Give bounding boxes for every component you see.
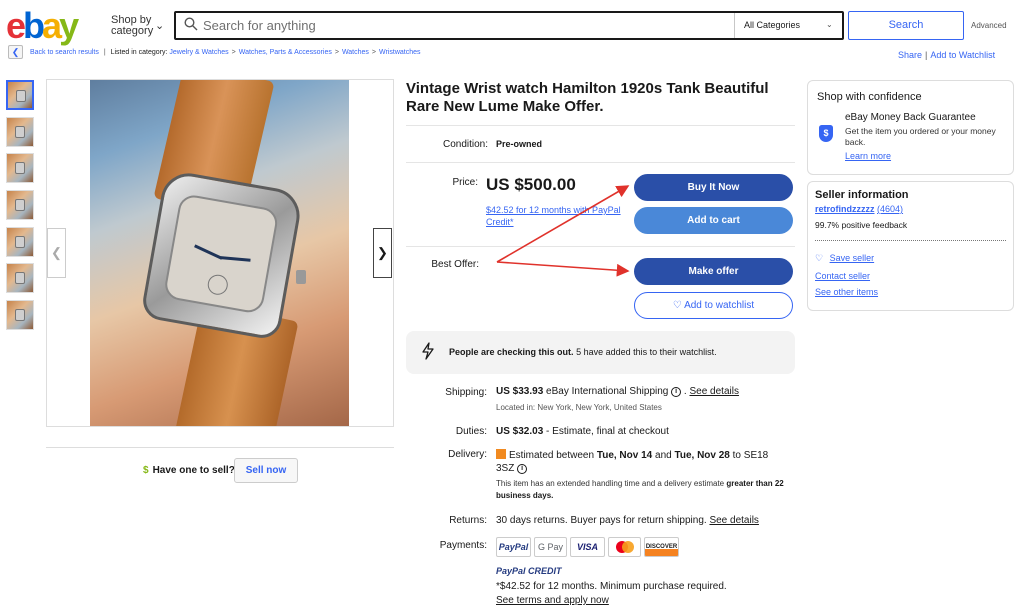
returns-see-details-link[interactable]: See details <box>709 515 758 526</box>
thumbnail-6[interactable] <box>6 263 34 293</box>
lightning-icon <box>421 342 435 365</box>
mastercard-icon <box>608 537 641 557</box>
discover-icon: DISCOVER <box>644 537 679 557</box>
delivery-label: Delivery: <box>448 449 487 460</box>
learn-more-link[interactable]: Learn more <box>845 151 891 161</box>
previous-image-button[interactable]: ❮ <box>47 228 66 278</box>
divider <box>406 125 795 126</box>
chevron-down-icon: ⌄ <box>826 20 833 29</box>
thumbnail-2[interactable] <box>6 117 34 147</box>
heart-icon: ♡ <box>815 253 824 263</box>
chevron-right-icon: > <box>371 49 377 56</box>
search-icon <box>184 17 198 31</box>
heart-icon: ♡ <box>672 300 685 311</box>
confidence-heading: Shop with confidence <box>817 91 922 103</box>
see-other-items-link[interactable]: See other items <box>815 287 878 297</box>
info-icon[interactable]: i <box>517 464 528 474</box>
buy-it-now-button[interactable]: Buy It Now <box>634 174 793 201</box>
visa-icon: VISA <box>570 537 605 557</box>
listing-title: Vintage Wrist watch Hamilton 1920s Tank … <box>406 80 769 115</box>
listed-in-label: Listed in category: <box>110 49 168 56</box>
divider <box>406 162 795 163</box>
seller-name-row: retrofindzzzzz (4604) <box>815 204 903 214</box>
advanced-search-link[interactable]: Advanced <box>971 21 1007 30</box>
shipping-label: Shipping: <box>445 387 487 398</box>
back-arrow-icon[interactable]: ❮ <box>8 45 23 59</box>
credit-terms: *$42.52 for 12 months. Minimum purchase … <box>496 581 727 592</box>
have-one-to-sell: $ Have one to sell? <box>143 465 235 476</box>
paypal-credit-logo: PayPal CREDIT <box>496 566 562 576</box>
arrow-to-make-offer <box>496 261 630 277</box>
thumbnail-4[interactable] <box>6 190 34 220</box>
see-terms-link[interactable]: See terms and apply now <box>496 595 609 606</box>
condition-value: Pre-owned <box>496 139 543 149</box>
dollar-icon: $ <box>143 465 149 476</box>
back-to-search-link[interactable]: Back to search results <box>30 49 99 56</box>
shop-by-category-button[interactable]: Shop by category <box>111 15 153 37</box>
main-product-image[interactable] <box>90 80 349 426</box>
paypal-icon: PayPal <box>496 537 531 557</box>
thumbnail-5[interactable] <box>6 227 34 257</box>
seller-score-link[interactable]: (4604) <box>877 204 903 214</box>
condition-label: Condition: <box>442 139 488 150</box>
add-to-watchlist-link[interactable]: Add to Watchlist <box>930 50 995 60</box>
breadcrumb-item[interactable]: Watches, Parts & Accessories <box>239 49 332 56</box>
seller-heading: Seller information <box>815 189 909 201</box>
search-input[interactable] <box>203 14 723 36</box>
chevron-right-icon: > <box>231 49 236 56</box>
thumbnail-7[interactable] <box>6 300 34 330</box>
price-label: Price: <box>452 177 478 188</box>
breadcrumb-item[interactable]: Jewelry & Watches <box>169 49 228 56</box>
add-to-watchlist-button[interactable]: ♡ Add to watchlist <box>634 292 793 319</box>
contact-seller-link[interactable]: Contact seller <box>815 271 870 281</box>
seller-feedback: 99.7% positive feedback <box>815 220 908 230</box>
google-pay-icon: G Pay <box>534 537 567 557</box>
add-to-cart-button[interactable]: Add to cart <box>634 207 793 234</box>
returns-label: Returns: <box>449 515 487 526</box>
divider <box>406 246 795 247</box>
delivery-note: This item has an extended handling time … <box>496 479 784 500</box>
paypal-credit-link[interactable]: $42.52 for 12 months with PayPal Credit* <box>486 204 626 228</box>
divider <box>46 447 394 448</box>
guarantee-title: eBay Money Back Guarantee <box>845 112 976 123</box>
thumbnail-3[interactable] <box>6 153 34 183</box>
duties-label: Duties: <box>455 426 487 437</box>
next-image-button[interactable]: ❯ <box>373 228 392 278</box>
seller-name-link[interactable]: retrofindzzzzz <box>815 204 875 214</box>
watchers-text: People are checking this out. 5 have add… <box>449 347 717 357</box>
breadcrumb: Back to search results | Listed in categ… <box>30 49 421 56</box>
shield-icon: $ <box>819 125 833 142</box>
shipping-see-details-link[interactable]: See details <box>689 386 738 397</box>
divider <box>815 240 1006 241</box>
save-seller-row[interactable]: ♡ Save seller <box>815 253 874 264</box>
delivery-estimate: Estimated between Tue, Nov 14 and Tue, N… <box>496 449 769 474</box>
payments-label: Payments: <box>439 540 487 551</box>
duties-value: US $32.03 - Estimate, final at checkout <box>496 426 669 437</box>
save-seller-link[interactable]: Save seller <box>830 253 875 263</box>
sell-now-button[interactable]: Sell now <box>234 458 298 483</box>
best-offer-label: Best Offer: <box>431 259 479 270</box>
item-location: Located in: New York, New York, United S… <box>496 403 662 412</box>
shipping-value: US $33.93 eBay International Shipping i … <box>496 386 739 397</box>
chevron-down-icon: ⌄ <box>155 20 165 32</box>
thumbnail-1[interactable] <box>6 80 34 110</box>
share-watchlist-bar: Share | Add to Watchlist <box>898 50 996 60</box>
search-button[interactable]: Search <box>848 11 964 40</box>
make-offer-button[interactable]: Make offer <box>634 258 793 285</box>
delivery-flag-icon <box>496 449 506 459</box>
price-value: US $500.00 <box>486 175 576 194</box>
returns-value: 30 days returns. Buyer pays for return s… <box>496 515 759 526</box>
ebay-logo[interactable]: ebay <box>6 8 79 44</box>
info-icon[interactable]: i <box>671 387 682 397</box>
breadcrumb-item[interactable]: Wristwatches <box>379 49 421 56</box>
guarantee-text: Get the item you ordered or your money b… <box>845 126 996 147</box>
share-link[interactable]: Share <box>898 50 922 60</box>
chevron-right-icon: > <box>334 49 339 56</box>
breadcrumb-item[interactable]: Watches <box>342 49 369 56</box>
